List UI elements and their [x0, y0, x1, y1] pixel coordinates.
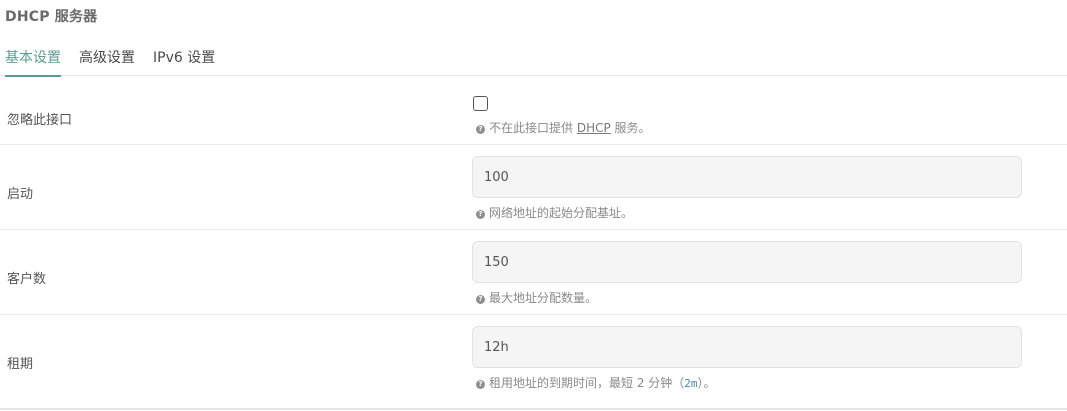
hint-text-suffix: 服务。	[610, 121, 651, 135]
ignore-interface-label: 忽略此接口	[7, 113, 73, 128]
start-hint: ? 网络地址的起始分配基址。	[476, 204, 633, 221]
limit-input[interactable]	[472, 241, 1022, 283]
tab-ipv6-settings[interactable]: IPv6 设置	[153, 47, 215, 75]
dhcp-abbreviation: DHCP	[576, 121, 611, 135]
hint-text: 最大地址分配数量。	[489, 291, 598, 305]
question-circle-icon: ?	[476, 210, 485, 219]
ignore-interface-hint: ? 不在此接口提供 DHCP 服务。	[476, 119, 651, 136]
hint-text-prefix: 租用地址的到期时间，最短 2 分钟（	[489, 376, 685, 390]
dhcp-server-panel: DHCP 服务器 基本设置 高级设置 IPv6 设置 忽略此接口 ? 不在此接口提…	[0, 0, 1067, 411]
hint-text: 网络地址的起始分配基址。	[489, 206, 634, 220]
section-title: DHCP 服务器	[5, 9, 98, 25]
row-ignore-interface: 忽略此接口 ? 不在此接口提供 DHCP 服务。	[0, 76, 1067, 145]
row-start: 启动 ? 网络地址的起始分配基址。	[0, 145, 1067, 230]
leasetime-input[interactable]	[472, 326, 1022, 368]
question-circle-icon: ?	[476, 295, 485, 304]
tab-general-settings[interactable]: 基本设置	[5, 47, 61, 77]
row-limit: 客户数 ? 最大地址分配数量。	[0, 230, 1067, 315]
question-circle-icon: ?	[476, 380, 485, 389]
tab-bar: 基本设置 高级设置 IPv6 设置	[0, 38, 1067, 77]
start-input[interactable]	[472, 156, 1022, 198]
start-label: 启动	[7, 187, 34, 202]
ignore-interface-checkbox[interactable]	[473, 96, 488, 111]
hint-text-suffix: ）。	[697, 376, 716, 390]
hint-text-prefix: 不在此接口提供	[489, 121, 577, 135]
question-circle-icon: ?	[476, 125, 485, 134]
tab-advanced-settings[interactable]: 高级设置	[79, 47, 135, 75]
row-leasetime: 租期 ? 租用地址的到期时间，最短 2 分钟（2m）。	[0, 315, 1067, 399]
limit-hint: ? 最大地址分配数量。	[476, 289, 597, 306]
leasetime-hint: ? 租用地址的到期时间，最短 2 分钟（2m）。	[476, 374, 716, 391]
leasetime-label: 租期	[7, 357, 34, 372]
limit-label: 客户数	[7, 272, 47, 287]
min-lease-code: 2m	[684, 377, 698, 390]
bottom-divider	[0, 408, 1067, 410]
